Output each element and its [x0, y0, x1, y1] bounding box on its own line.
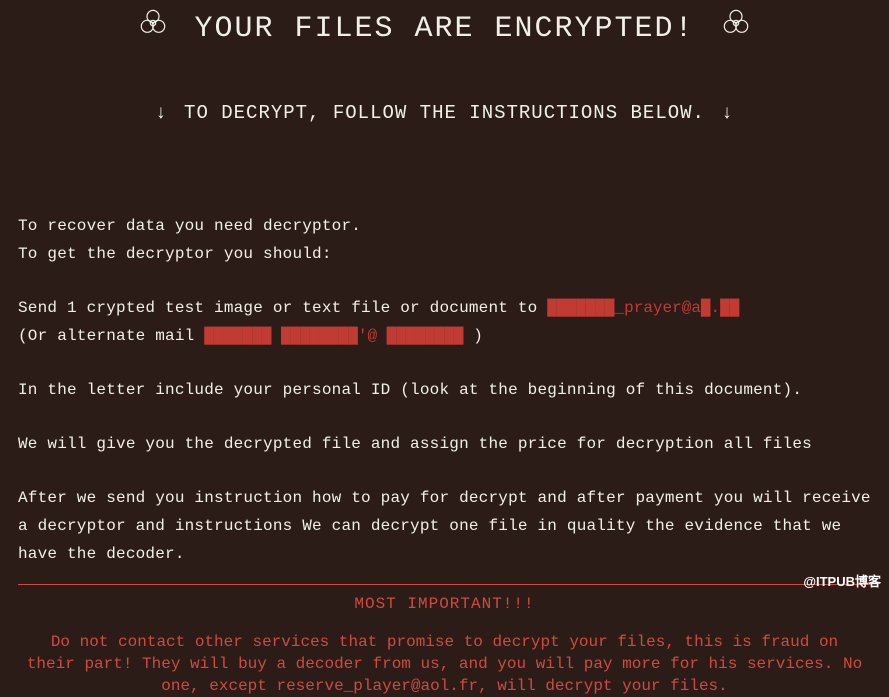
instructions-block: To recover data you need decryptor. To g…	[18, 212, 871, 568]
instruction-line: (Or alternate mail ███████ ████████'@ ██…	[18, 322, 871, 350]
important-title: MOST IMPORTANT!!!	[18, 595, 871, 613]
section-divider	[18, 584, 871, 585]
important-body: Do not contact other services that promi…	[18, 631, 871, 697]
page-title: YOUR FILES ARE ENCRYPTED!	[194, 12, 694, 46]
biohazard-icon-right	[721, 8, 751, 48]
instruction-line: In the letter include your personal ID (…	[18, 376, 871, 404]
instruction-line: To get the decryptor you should:	[18, 240, 871, 268]
redacted-email: ███████ ████████'@ ████████	[204, 327, 463, 345]
arrow-down-icon: ↓	[155, 102, 167, 124]
redacted-email: ███████_prayer@a█.██	[547, 299, 739, 317]
instruction-line: To recover data you need decryptor.	[18, 212, 871, 240]
instruction-line: We will give you the decrypted file and …	[18, 430, 871, 458]
instruction-line: Send 1 crypted test image or text file o…	[18, 294, 871, 322]
biohazard-icon-left	[138, 8, 168, 48]
ransom-note-page: YOUR FILES ARE ENCRYPTED! ↓ TO DECRYPT, …	[0, 0, 889, 697]
instruction-line: After we send you instruction how to pay…	[18, 484, 871, 568]
arrow-down-icon: ↓	[721, 102, 733, 124]
subtitle-row: ↓ TO DECRYPT, FOLLOW THE INSTRUCTIONS BE…	[18, 102, 871, 124]
subtitle-text: TO DECRYPT, FOLLOW THE INSTRUCTIONS BELO…	[184, 102, 705, 124]
watermark: @ITPUB博客	[803, 571, 881, 590]
title-row: YOUR FILES ARE ENCRYPTED!	[18, 8, 871, 48]
